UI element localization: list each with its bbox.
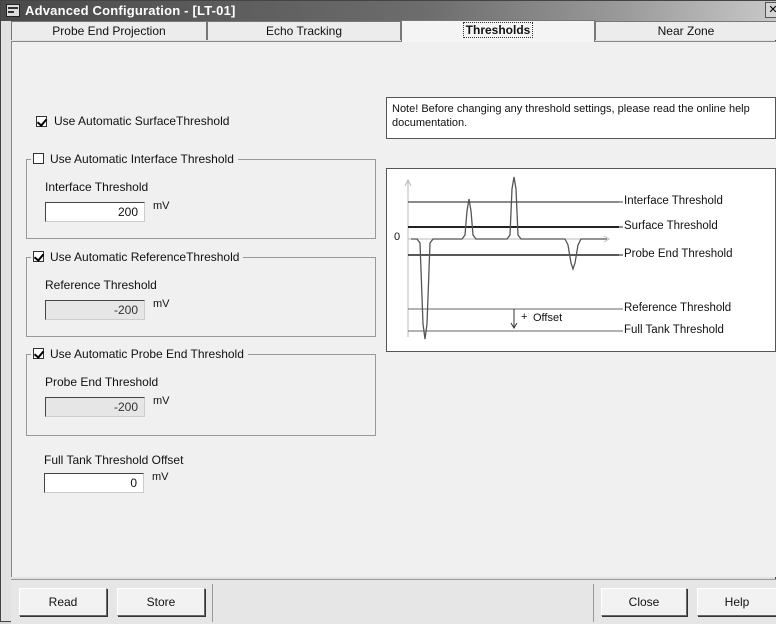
interface-line-label: Interface Threshold [624,195,723,207]
reference-threshold-group: Use Automatic ReferenceThreshold Referen… [26,250,376,337]
window-title: Advanced Configuration - [LT-01] [25,3,236,18]
help-button[interactable]: Help [697,588,776,616]
zero-label: 0 [394,231,401,243]
reference-threshold-input[interactable]: -200 [45,300,145,320]
tab-label: Thresholds [462,22,534,38]
offset-sign: + [521,311,528,323]
close-icon[interactable]: ✕ [765,2,776,18]
button-separator [212,584,213,622]
interface-threshold-label: Interface Threshold [45,180,149,194]
store-button[interactable]: Store [117,588,205,616]
full-tank-offset-input[interactable]: 0 [44,473,144,493]
interface-threshold-group: Use Automatic Interface Threshold Interf… [26,152,376,239]
probe-end-threshold-group: Use Automatic Probe End Threshold Probe … [26,347,376,436]
full-tank-unit: mV [152,471,169,483]
tab-probe-end-projection[interactable]: Probe End Projection [11,21,207,40]
tab-thresholds[interactable]: Thresholds [401,20,595,42]
read-button[interactable]: Read [19,588,107,616]
app-icon [6,4,20,17]
close-button[interactable]: Close [601,588,687,616]
probe-end-unit: mV [153,395,170,407]
reference-threshold-label: Reference Threshold [45,278,157,292]
offset-label: Offset [533,312,563,324]
help-note: Note! Before changing any threshold sett… [386,97,776,139]
interface-unit: mV [153,200,170,212]
reference-line-label: Reference Threshold [624,302,732,314]
probe-end-group-legend: Use Automatic Probe End Threshold [31,347,248,361]
tab-label: Probe End Projection [52,24,166,38]
thresholds-panel: Use Automatic SurfaceThreshold Use Autom… [11,41,776,577]
tab-label: Near Zone [657,24,715,38]
surface-threshold-label: Use Automatic SurfaceThreshold [54,114,230,128]
probe-end-threshold-input[interactable]: -200 [45,397,145,417]
button-separator [593,584,594,622]
tab-echo-tracking[interactable]: Echo Tracking [207,21,401,40]
interface-group-legend: Use Automatic Interface Threshold [31,152,238,166]
probe-end-threshold-label: Probe End Threshold [45,375,159,389]
interface-checkbox-label: Use Automatic Interface Threshold [50,152,234,166]
reference-threshold-checkbox[interactable] [33,251,44,262]
reference-checkbox-label: Use Automatic ReferenceThreshold [50,250,240,264]
probe-end-line-label: Probe End Threshold [624,248,733,260]
full-tank-line-label: Full Tank Threshold [624,324,724,336]
title-bar[interactable]: Advanced Configuration - [LT-01] ✕ [1,1,776,21]
tab-label: Echo Tracking [265,24,343,38]
surface-line-label: Surface Threshold [624,220,718,232]
button-bar: Read Store Close Help [11,579,776,624]
tab-strip: Probe End Projection Echo Tracking Thres… [11,20,776,42]
reference-unit: mV [153,298,170,310]
tab-near-zone[interactable]: Near Zone [595,21,776,40]
reference-group-legend: Use Automatic ReferenceThreshold [31,250,244,264]
advanced-configuration-window: Advanced Configuration - [LT-01] ✕ Probe… [0,0,776,624]
surface-threshold-checkbox[interactable] [36,116,47,127]
probe-end-threshold-checkbox[interactable] [33,348,44,359]
full-tank-offset-label: Full Tank Threshold Offset [44,453,184,467]
probe-end-checkbox-label: Use Automatic Probe End Threshold [50,347,244,361]
interface-threshold-checkbox[interactable] [33,153,44,164]
interface-threshold-input[interactable]: 200 [45,202,145,222]
threshold-diagram: 0 + Offset Interface Threshold Surface T… [386,168,776,352]
